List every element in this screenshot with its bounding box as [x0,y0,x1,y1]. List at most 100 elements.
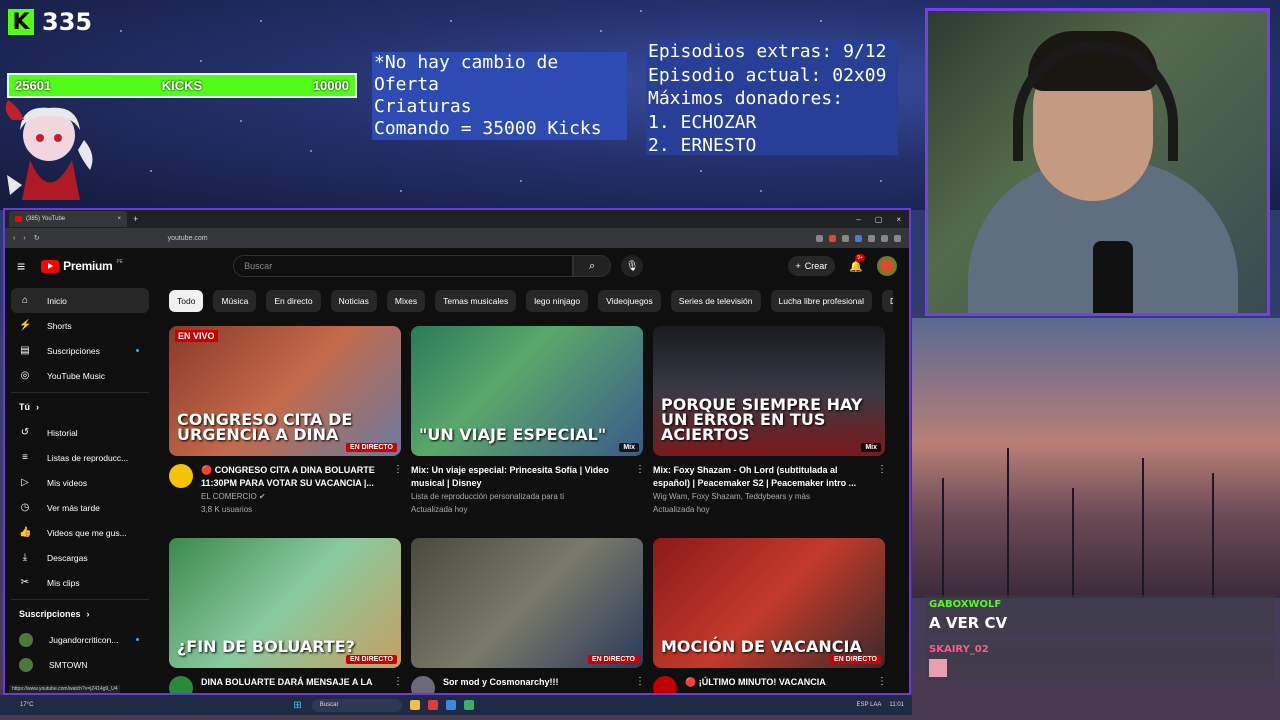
taskbar-search[interactable]: Buscar [311,698,402,712]
video-card[interactable]: MOCIÓN DE VACANCIA EN DIRECTO 🔴 ¡ÚLTIMO MI… [653,538,887,693]
filter-chip[interactable]: Series de televisión [670,290,761,312]
maximize-button[interactable]: ▢ [875,215,883,224]
video-title[interactable]: Mix: Foxy Shazam - Oh Lord (subtitulada … [653,464,869,490]
filter-chip[interactable]: Videojuegos [598,290,661,312]
filter-chip[interactable]: Todo [169,290,204,312]
sidebar-item[interactable]: ✂ Mis clips [11,570,149,595]
channel-avatar[interactable] [169,676,193,693]
video-card[interactable]: "UN VIAJE ESPECIAL" Mix Mix: Un viaje espe… [411,326,645,526]
sidebar-item-subscription[interactable]: SMTOWN [11,652,149,677]
sidebar-item[interactable]: ⌂ Inicio [11,288,149,313]
tab-close-icon[interactable]: × [117,216,121,222]
sidebar-item-subscription[interactable]: Jugandorcriticon... [11,627,149,652]
new-tab-button[interactable]: + [133,214,138,224]
video-card[interactable]: ¿FIN DE BOLUARTE? EN DIRECTO DINA BOLUARTE… [169,538,403,693]
sidebar-item[interactable]: ⚡ Shorts [11,313,149,338]
back-icon[interactable]: ‹ [13,235,15,242]
forward-icon[interactable]: › [23,235,25,242]
video-thumbnail[interactable]: "UN VIAJE ESPECIAL" Mix [411,326,643,456]
sidebar-item[interactable]: ▤ Suscripciones [11,338,149,363]
language-indicator[interactable]: ESP LAA [857,702,882,708]
sidebar-item-label: YouTube Music [47,370,105,381]
sidebar-item[interactable]: 👍 Videos que me gus... [11,520,149,545]
reload-icon[interactable]: ↻ [34,234,40,242]
notifications-bell-icon[interactable]: 🔔 9+ [849,253,865,273]
video-thumbnail[interactable]: ¿FIN DE BOLUARTE? EN DIRECTO [169,538,401,668]
sidebar-section-subscriptions[interactable]: Suscripciones › [11,599,149,627]
filter-chip[interactable]: En directo [266,290,321,312]
filter-chip[interactable]: lego ninjago [526,290,589,312]
search-input[interactable]: Buscar [233,255,574,277]
channel-avatar[interactable] [653,676,677,693]
more-options-icon[interactable]: ⋮ [635,464,645,516]
sidebar-item[interactable]: ↺ Historial [11,420,149,445]
filter-chip[interactable]: Lucha libre profesional [770,290,873,312]
close-window-button[interactable]: × [896,215,901,224]
mix-badge: Mix [619,443,639,452]
create-button[interactable]: + Crear [787,256,836,276]
sidebar-item[interactable]: ⤓ Descargas [11,545,149,570]
clock[interactable]: 11:01 [889,702,904,708]
extension-icon[interactable] [816,234,823,242]
browser-icon[interactable] [427,700,438,710]
windows-start-icon[interactable]: ⊞ [293,700,301,711]
extension-icon[interactable] [842,234,849,242]
sidebar-item[interactable]: ▷ Mis videos [11,470,149,495]
youtube-header: ≡ Premium PE Buscar ⌕ 🎙 + Crear 🔔 9+ [5,248,909,284]
search-icon[interactable]: ⌕ [573,255,612,277]
filter-chip[interactable]: Mixes [386,290,426,312]
video-card[interactable]: EN DIRECTO Sor mod y Cosmonarchy!!! ⋮ [411,538,645,693]
more-options-icon[interactable]: ⋮ [635,676,645,693]
filter-chip[interactable]: Música [213,290,257,312]
video-title[interactable]: 🔴 ¡ÚLTIMO MINUTO! VACANCIA [685,676,869,689]
sidebar-item[interactable]: ◎ YouTube Music [11,363,149,388]
app-icon[interactable] [445,700,456,710]
video-thumbnail[interactable]: PORQUE SIEMPRE HAY UN ERROR EN TUS ACIER… [653,326,885,456]
url-field[interactable]: youtube.com [168,235,208,242]
sidebar-item-label: Mis videos [47,477,88,488]
channel-avatar[interactable] [169,464,193,488]
sidebar-item[interactable]: ≡ Listas de reproducc... [11,445,149,470]
weather-widget[interactable]: 17°C [20,702,33,708]
filter-chip[interactable]: Temas musicales [435,290,517,312]
hamburger-menu-icon[interactable]: ≡ [17,258,25,274]
video-title[interactable]: DINA BOLUARTE DARÁ MENSAJE A LA [201,676,385,689]
video-thumbnail[interactable]: MOCIÓN DE VACANCIA EN DIRECTO [653,538,885,668]
live-badge: EN DIRECTO [829,655,881,664]
sidebar-section-you[interactable]: Tú › [11,392,149,420]
extension-icon[interactable] [881,234,888,242]
filter-chip[interactable]: Da [882,290,893,312]
sidebar-item[interactable]: ◷ Ver más tarde [11,495,149,520]
minimize-button[interactable]: – [856,215,860,224]
video-title[interactable]: Mix: Un viaje especial: Princesita Sofía… [411,464,627,490]
sidebar-item-label: Inicio [47,295,67,306]
file-explorer-icon[interactable] [409,700,420,710]
more-options-icon[interactable]: ⋮ [393,464,403,516]
channel-avatar[interactable] [411,676,435,693]
menu-icon[interactable] [894,234,901,242]
more-options-icon[interactable]: ⋮ [877,676,887,693]
channel-name[interactable]: EL COMERCIO ✔ [201,490,385,503]
more-options-icon[interactable]: ⋮ [877,464,887,516]
channel-name[interactable]: Wig Wam, Foxy Shazam, Teddybears y más [653,490,869,503]
sidebar-you-list: ↺ Historial ≡ Listas de reproducc... ▷ Mis vi… [11,420,149,595]
my-videos-icon: ▷ [21,477,29,488]
app-icon[interactable] [463,700,474,710]
extension-icon[interactable] [868,234,875,242]
channel-name[interactable]: Lista de reproducción personalizada para… [411,490,627,503]
video-title[interactable]: 🔴 CONGRESO CITA A DINA BOLUARTE 11:30PM … [201,464,385,490]
video-card[interactable]: EN VIVO CONGRESO CITA DE URGENCIA A DINA E… [169,326,403,526]
microphone-icon[interactable]: 🎙 [621,255,644,277]
video-card[interactable]: PORQUE SIEMPRE HAY UN ERROR EN TUS ACIER… [653,326,887,526]
extension-icon[interactable] [829,234,836,242]
tab-youtube[interactable]: (385) YouTube × [9,211,127,227]
filter-chip[interactable]: Noticias [330,290,377,312]
video-thumbnail[interactable]: EN VIVO CONGRESO CITA DE URGENCIA A DINA E… [169,326,401,456]
extension-icon[interactable] [855,234,862,242]
avatar[interactable] [877,256,897,276]
youtube-logo[interactable]: Premium PE [41,259,123,273]
address-bar: ‹ › ↻ youtube.com [5,228,909,248]
more-options-icon[interactable]: ⋮ [393,676,403,693]
video-thumbnail[interactable]: EN DIRECTO [411,538,643,668]
video-title[interactable]: Sor mod y Cosmonarchy!!! [443,676,627,689]
